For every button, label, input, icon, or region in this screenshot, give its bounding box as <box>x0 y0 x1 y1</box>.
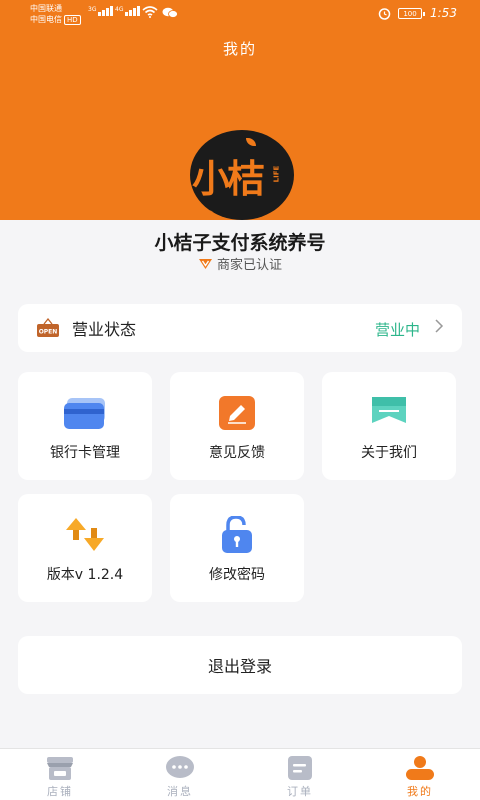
chevron-right-icon <box>435 319 444 333</box>
logout-button[interactable]: 退出登录 <box>18 636 462 694</box>
edit-pencil-icon <box>219 396 255 430</box>
tab-messages-label: 消息 <box>167 785 193 798</box>
bank-card-management-label: 银行卡管理 <box>50 445 120 461</box>
store-icon <box>47 757 73 780</box>
verified-label: 商家已认证 <box>216 258 282 273</box>
version-button[interactable]: 版本v 1.2.4 <box>18 494 152 602</box>
tab-orders[interactable]: 订单 <box>240 749 360 800</box>
network-type-2: 4G <box>115 6 124 13</box>
battery-icon: 100 <box>398 8 425 19</box>
version-label: 版本v 1.2.4 <box>46 567 124 583</box>
feedback-button[interactable]: 意见反馈 <box>170 372 304 480</box>
business-status-row[interactable]: OPEN 营业状态 营业中 <box>18 304 462 352</box>
open-sign-icon: OPEN <box>37 318 59 337</box>
logo-leaf <box>246 138 256 146</box>
business-status-label: 营业状态 <box>72 320 137 339</box>
wifi-icon <box>142 6 158 18</box>
status-bar: 中国联通 中国电信 HD 3G 4G 100 1:53 <box>0 0 480 30</box>
alarm-icon <box>378 8 391 20</box>
order-icon <box>288 756 312 780</box>
battery-level: 100 <box>403 9 417 18</box>
carrier-2: 中国电信 <box>30 15 62 24</box>
bank-card-icon <box>64 398 105 429</box>
logo-text: 小桔3 <box>192 157 265 220</box>
bank-card-management-button[interactable]: 银行卡管理 <box>18 372 152 480</box>
network-type-1: 3G <box>88 6 97 13</box>
clock: 1:53 <box>430 6 457 20</box>
profile-icon <box>406 756 434 780</box>
version-arrows-icon <box>66 518 104 551</box>
verified-icon <box>198 258 212 269</box>
tab-store[interactable]: 店铺 <box>0 749 120 800</box>
tab-messages[interactable]: 消息 <box>120 749 240 800</box>
tab-profile[interactable]: 我的 <box>360 749 480 800</box>
tab-profile-label: 我的 <box>407 785 433 798</box>
change-password-button[interactable]: 修改密码 <box>170 494 304 602</box>
about-flag-icon <box>372 397 406 423</box>
bottom-tab-bar: 店铺 消息 订单 我的 <box>0 748 480 800</box>
hd-badge: HD <box>64 15 81 25</box>
merchant-name: 小桔子支付系统养号 <box>154 232 326 254</box>
signal-icon-2: 4G <box>115 6 141 16</box>
feedback-label: 意见反馈 <box>209 445 265 461</box>
about-us-button[interactable]: 关于我们 <box>322 372 456 480</box>
tab-orders-label: 订单 <box>287 785 313 798</box>
change-password-label: 修改密码 <box>209 567 265 583</box>
business-status-value: 营业中 <box>374 321 420 339</box>
logo-subtext: LIFE <box>272 165 281 183</box>
open-sign-text: OPEN <box>39 329 58 336</box>
wechat-icon <box>162 7 178 18</box>
signal-icon: 3G <box>88 6 114 16</box>
about-us-label: 关于我们 <box>361 445 417 461</box>
message-icon <box>166 756 194 778</box>
verified-status: 商家已认证 <box>0 254 480 273</box>
page-title: 我的 <box>222 40 257 58</box>
carrier-1: 中国联通 <box>30 4 62 13</box>
carrier-info: 中国联通 中国电信 HD <box>30 3 81 25</box>
tab-store-label: 店铺 <box>47 785 73 798</box>
avatar[interactable]: 小桔3 LIFE <box>190 130 294 220</box>
lock-icon <box>222 516 252 553</box>
